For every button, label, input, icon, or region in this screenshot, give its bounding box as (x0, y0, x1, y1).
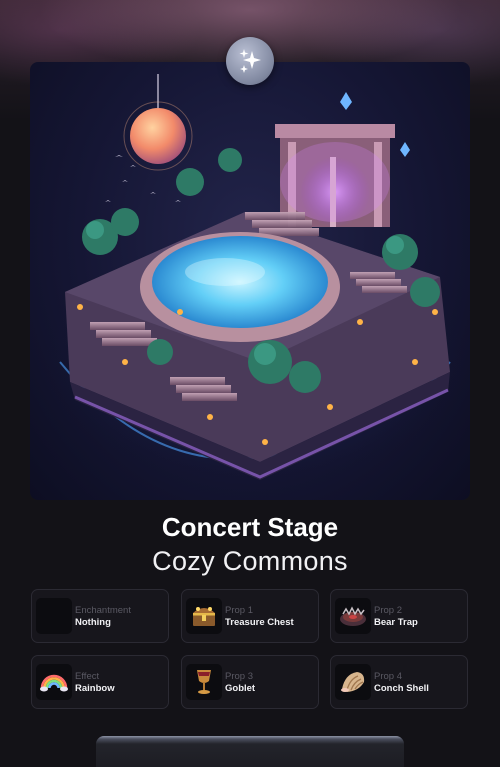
trait-value: Treasure Chest (225, 617, 294, 628)
bottom-action-bar[interactable] (96, 736, 404, 767)
empty-slot-icon (36, 598, 72, 634)
trait-category: Enchantment (75, 605, 131, 616)
trait-card-prop-4[interactable]: Prop 4 Conch Shell (330, 655, 468, 709)
trait-value: Bear Trap (374, 617, 418, 628)
treasure-chest-icon (186, 598, 222, 634)
trait-category: Effect (75, 671, 100, 682)
trait-value: Nothing (75, 617, 111, 628)
trait-card-prop-3[interactable]: Prop 3 Goblet (181, 655, 319, 709)
trait-category: Prop 3 (225, 671, 253, 682)
trait-value: Conch Shell (374, 683, 429, 694)
trait-value: Rainbow (75, 683, 115, 694)
goblet-icon (186, 664, 222, 700)
rainbow-icon (36, 664, 72, 700)
trait-value: Goblet (225, 683, 256, 694)
trait-category: Prop 1 (225, 605, 253, 616)
item-collection: Cozy Commons (152, 546, 348, 576)
conch-shell-icon (335, 664, 371, 700)
trait-card-enchantment[interactable]: Enchantment Nothing (31, 589, 169, 643)
sparkles-icon (239, 49, 261, 73)
trait-category: Prop 2 (374, 605, 402, 616)
item-title: Concert Stage (161, 512, 339, 542)
nft-detail-page: Concert Stage Cozy Commons Enchantment N… (0, 0, 500, 767)
sparkles-badge[interactable] (226, 37, 274, 85)
trait-category: Prop 4 (374, 671, 402, 682)
trait-card-effect[interactable]: Effect Rainbow (31, 655, 169, 709)
bear-trap-icon (335, 598, 371, 634)
item-artwork (30, 62, 470, 500)
trait-card-prop-2[interactable]: Prop 2 Bear Trap (330, 589, 468, 643)
trait-card-prop-1[interactable]: Prop 1 Treasure Chest (181, 589, 319, 643)
